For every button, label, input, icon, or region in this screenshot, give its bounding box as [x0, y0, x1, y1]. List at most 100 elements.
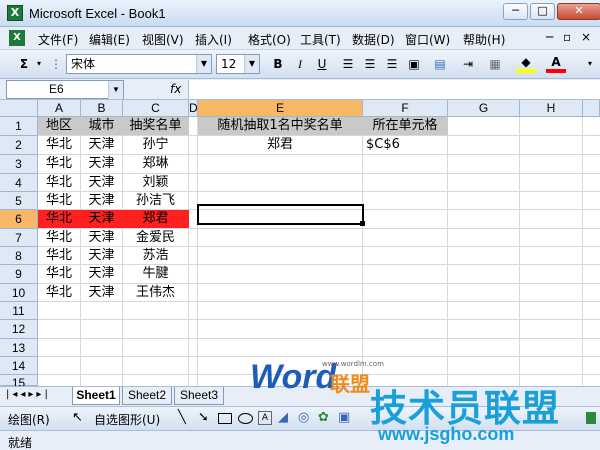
menu-view[interactable]: 视图(V) — [142, 31, 184, 48]
menu-edit[interactable]: 编辑(E) — [89, 31, 130, 48]
row-header[interactable]: 10 — [0, 284, 38, 302]
cell-a9[interactable]: 华北 — [38, 265, 80, 283]
cell-a4[interactable]: 华北 — [38, 174, 80, 192]
column-header-h[interactable]: H — [520, 100, 583, 117]
row-header[interactable]: 3 — [0, 155, 38, 174]
menu-tools[interactable]: 工具(T) — [300, 31, 341, 48]
column-header-c[interactable]: C — [123, 100, 189, 117]
borders-icon[interactable]: ▦ — [485, 55, 505, 74]
cell-c2[interactable]: 孙宁 — [123, 136, 188, 154]
row-header[interactable]: 15 — [0, 375, 38, 386]
cell-b10[interactable]: 天津 — [81, 284, 122, 302]
column-header-d[interactable]: D — [189, 100, 198, 117]
indent-icon[interactable]: ⇥ — [458, 55, 478, 74]
row-header-selected[interactable]: 6 — [0, 210, 38, 229]
row-header[interactable]: 2 — [0, 136, 38, 155]
minimize-button[interactable]: ─ — [503, 3, 528, 20]
workbook-icon[interactable]: X — [9, 30, 25, 46]
cell-a3[interactable]: 华北 — [38, 155, 80, 173]
doc-restore-button[interactable]: ▫ — [563, 30, 571, 44]
menu-format[interactable]: 格式(O) — [248, 31, 291, 48]
formula-input[interactable] — [188, 80, 600, 99]
arrow-icon[interactable]: ➘ — [198, 410, 209, 425]
autosum-button[interactable]: Σ — [14, 55, 34, 74]
column-header-f[interactable]: F — [363, 100, 448, 117]
menu-file[interactable]: 文件(F) — [38, 31, 78, 48]
cell-c10[interactable]: 王伟杰 — [123, 284, 188, 302]
cell-b9[interactable]: 天津 — [81, 265, 122, 283]
name-box[interactable]: E6 ▼ — [6, 80, 124, 99]
currency-icon[interactable]: ▤ — [430, 55, 450, 74]
cell-c8[interactable]: 苏浩 — [123, 247, 188, 265]
cell-c3[interactable]: 郑琳 — [123, 155, 188, 173]
sheet-nav-icon[interactable]: |◂◂▸▸| — [6, 389, 51, 400]
picture-icon[interactable]: ▣ — [338, 410, 350, 425]
active-cell-e6[interactable] — [197, 204, 364, 225]
row-header[interactable]: 5 — [0, 192, 38, 210]
menu-insert[interactable]: 插入(I) — [195, 31, 232, 48]
menu-help[interactable]: 帮助(H) — [463, 31, 505, 48]
draw-menu-button[interactable]: 绘图(R) — [8, 411, 50, 428]
column-header-b[interactable]: B — [81, 100, 123, 117]
cell-f2[interactable]: $C$6 — [363, 136, 447, 154]
cell-c1[interactable]: 抽奖名单 — [123, 117, 188, 135]
cell-a10[interactable]: 华北 — [38, 284, 80, 302]
cell-b1[interactable]: 城市 — [81, 117, 122, 135]
align-right-icon[interactable]: ☰ — [382, 55, 402, 74]
menu-window[interactable]: 窗口(W) — [405, 31, 450, 48]
cell-b3[interactable]: 天津 — [81, 155, 122, 173]
maximize-button[interactable]: □ — [530, 3, 555, 20]
line-icon[interactable]: ╲ — [178, 410, 186, 425]
row-header[interactable]: 7 — [0, 229, 38, 247]
font-name-select[interactable]: 宋体 ▼ — [66, 54, 212, 74]
cell-a5[interactable]: 华北 — [38, 192, 80, 210]
fx-icon[interactable]: fx — [170, 82, 181, 96]
cell-c6[interactable]: 郑君 — [123, 210, 188, 228]
column-header-a[interactable]: A — [38, 100, 81, 117]
merge-center-icon[interactable]: ▣ — [404, 55, 424, 74]
close-button[interactable]: ✕ — [557, 3, 600, 20]
doc-minimize-button[interactable]: ─ — [546, 30, 553, 44]
fill-color-icon[interactable]: ◆ — [516, 55, 536, 74]
column-header-g[interactable]: G — [448, 100, 520, 117]
align-left-icon[interactable]: ☰ — [338, 55, 358, 74]
cell-c4[interactable]: 刘颖 — [123, 174, 188, 192]
sheet-tab-2[interactable]: Sheet2 — [122, 387, 172, 405]
doc-close-button[interactable]: × — [581, 30, 591, 44]
textbox-icon[interactable]: A — [258, 411, 272, 425]
underline-button[interactable]: U — [312, 55, 332, 74]
cell-c7[interactable]: 金爱民 — [123, 229, 188, 247]
wordart-icon[interactable]: ◢ — [278, 410, 288, 425]
column-header-i[interactable] — [583, 100, 600, 117]
autosum-dropdown-icon[interactable]: ▾ — [34, 55, 44, 74]
toolbar-options-icon[interactable]: ▾ — [584, 55, 596, 74]
cell-f1[interactable]: 所在单元格 — [363, 117, 447, 135]
row-header[interactable]: 8 — [0, 247, 38, 265]
worksheet-grid[interactable]: A B C D E F G H 1 2 3 4 5 6 7 8 9 10 11 … — [0, 100, 600, 386]
cell-b7[interactable]: 天津 — [81, 229, 122, 247]
cell-b8[interactable]: 天津 — [81, 247, 122, 265]
cell-a6[interactable]: 华北 — [38, 210, 80, 228]
font-size-select[interactable]: 12 ▼ — [216, 54, 260, 74]
cell-a1[interactable]: 地区 — [38, 117, 80, 135]
cell-b6[interactable]: 天津 — [81, 210, 122, 228]
bold-button[interactable]: B — [268, 55, 288, 74]
autoshapes-button[interactable]: 自选图形(U) — [94, 411, 160, 428]
row-header[interactable]: 14 — [0, 357, 38, 375]
cell-b2[interactable]: 天津 — [81, 136, 122, 154]
3d-style-icon[interactable] — [586, 412, 596, 424]
cell-b4[interactable]: 天津 — [81, 174, 122, 192]
row-header[interactable]: 4 — [0, 174, 38, 192]
row-header[interactable]: 1 — [0, 117, 38, 136]
sheet-tab-1[interactable]: Sheet1 — [72, 387, 120, 405]
cell-c5[interactable]: 孙洁飞 — [123, 192, 188, 210]
cell-b5[interactable]: 天津 — [81, 192, 122, 210]
column-header-e[interactable]: E — [198, 100, 363, 117]
select-objects-icon[interactable]: ↖ — [72, 410, 83, 425]
clipart-icon[interactable]: ✿ — [318, 410, 329, 425]
fill-handle[interactable] — [360, 221, 365, 226]
row-header[interactable]: 11 — [0, 302, 38, 320]
row-header[interactable]: 13 — [0, 339, 38, 357]
cell-c9[interactable]: 牛腱 — [123, 265, 188, 283]
cell-a7[interactable]: 华北 — [38, 229, 80, 247]
